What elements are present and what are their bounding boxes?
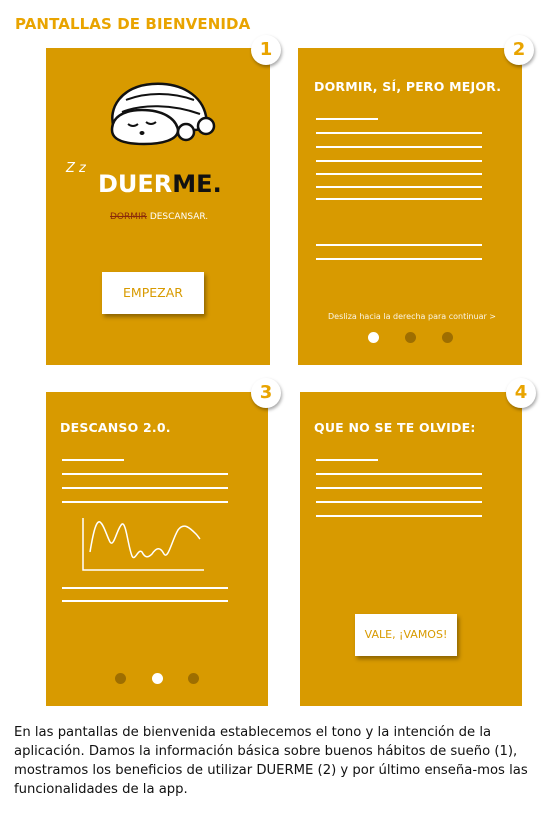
sleep-graph-icon: [82, 518, 204, 571]
screen-4-card: QUE NO SE TE OLVIDE: VALE, ¡VAMOS!: [300, 392, 522, 706]
text-line: [316, 186, 482, 188]
confirm-button[interactable]: VALE, ¡VAMOS!: [355, 614, 457, 656]
subtitle-rest: DESCANSAR.: [146, 212, 209, 222]
screen-1-badge: 1: [251, 35, 281, 65]
text-line: [316, 146, 482, 148]
logo-dark: ME.: [172, 170, 222, 198]
text-line: [316, 258, 482, 260]
swipe-hint: Desliza hacia la derecha para continuar …: [328, 312, 497, 321]
screen-4-badge: 4: [506, 378, 536, 408]
sleeping-character-icon: [110, 82, 216, 146]
text-line: [62, 501, 228, 503]
text-line: [316, 173, 482, 175]
screen-1-card: Z z DUERME. DORMIR DESCANSAR. EMPEZAR: [46, 48, 270, 365]
text-line: [316, 459, 378, 461]
page-dot-active[interactable]: [368, 332, 379, 343]
page-dot[interactable]: [115, 673, 126, 684]
screen-3-heading: DESCANSO 2.0.: [60, 420, 171, 435]
page-dot[interactable]: [442, 332, 453, 343]
screen-4-heading: QUE NO SE TE OLVIDE:: [314, 420, 476, 435]
screen-2-heading: DORMIR, SÍ, PERO MEJOR.: [314, 79, 502, 94]
page-dot-active[interactable]: [152, 673, 163, 684]
description-caption: En las pantallas de bienvenida establece…: [14, 725, 528, 797]
page-dot[interactable]: [188, 673, 199, 684]
text-line: [62, 473, 228, 475]
text-line: [62, 587, 228, 589]
text-line: [316, 132, 482, 134]
subtitle-strike: DORMIR: [110, 212, 147, 222]
text-line: [316, 198, 482, 200]
page-dot[interactable]: [405, 332, 416, 343]
text-line: [316, 473, 482, 475]
app-logo: DUERME.: [98, 170, 222, 198]
page-title: PANTALLAS DE BIENVENIDA: [15, 15, 251, 33]
logo-light: DUER: [98, 170, 173, 198]
text-line: [316, 244, 482, 246]
text-line: [316, 118, 378, 120]
text-line: [62, 487, 228, 489]
text-line: [316, 160, 482, 162]
text-line: [316, 487, 482, 489]
screen-2-card: DORMIR, SÍ, PERO MEJOR. Desliza hacia la…: [298, 48, 522, 365]
text-line: [316, 501, 482, 503]
text-line: [62, 459, 124, 461]
zz-text: Z z: [66, 161, 86, 176]
screen-2-badge: 2: [504, 35, 534, 65]
subtitle: DORMIR DESCANSAR.: [110, 212, 208, 222]
text-line: [62, 600, 228, 602]
screen-3-badge: 3: [251, 378, 281, 408]
screen-3-card: DESCANSO 2.0.: [46, 392, 268, 706]
text-line: [316, 515, 482, 517]
start-button[interactable]: EMPEZAR: [102, 272, 204, 314]
